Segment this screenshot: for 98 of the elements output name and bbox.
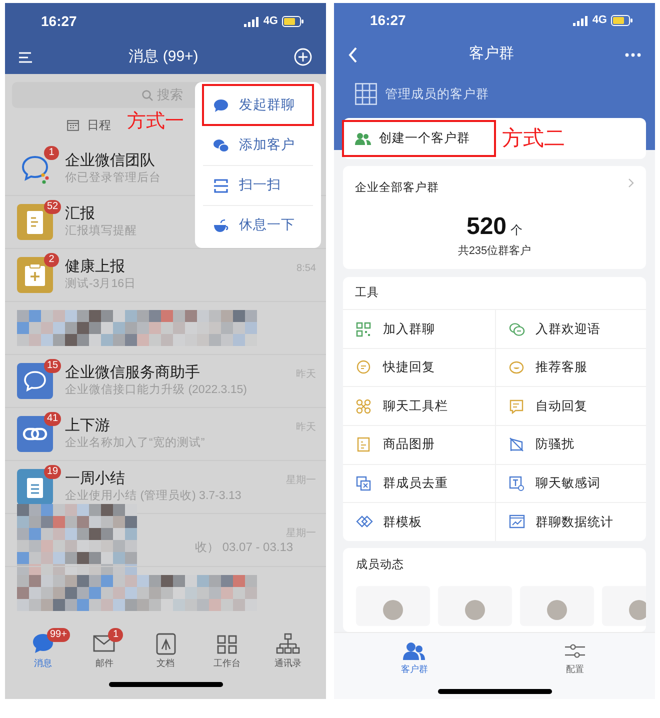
back-icon[interactable] xyxy=(348,46,358,63)
create-group-button[interactable]: 创建一个客户群 xyxy=(343,120,495,156)
status-time: 16:27 xyxy=(370,11,406,30)
chat-name: 汇报 xyxy=(65,205,96,223)
tool-item[interactable]: 商品图册 xyxy=(343,424,494,464)
network-label: 4G xyxy=(592,13,607,28)
chevron-right-icon xyxy=(628,178,634,188)
tab-bar-item[interactable]: 配置 xyxy=(546,641,603,677)
tool-item[interactable]: 群成员去重 xyxy=(343,464,494,502)
unread-badge: 1 xyxy=(44,146,59,160)
section-title: 成员动态 xyxy=(356,558,405,573)
speech-bubble-icon xyxy=(213,98,229,112)
message-preview: 收） 03.07 - 03.13 xyxy=(195,539,294,555)
battery-icon xyxy=(282,16,304,27)
unread-badge: 15 xyxy=(44,359,62,373)
section-title: 工具 xyxy=(354,286,380,302)
avatar-placeholder xyxy=(547,600,567,620)
clipboard-plus-icon xyxy=(17,257,53,293)
screen-title: 客户群 xyxy=(469,44,514,64)
diamond-icon xyxy=(356,514,373,530)
note-bubble-icon xyxy=(508,398,526,414)
tab-bar-item[interactable]: 客户群 xyxy=(386,641,442,677)
unread-badge: 19 xyxy=(44,465,62,479)
tab-bar-item[interactable]: 工作台 xyxy=(198,632,255,670)
member-tile[interactable] xyxy=(438,586,512,626)
header-link[interactable]: 管理成员的客户群 xyxy=(385,84,489,104)
smiley-bubble-icon xyxy=(508,360,526,376)
network-label: 4G xyxy=(263,14,278,30)
unread-badge: 52 xyxy=(44,200,62,214)
overlapping-squares-icon xyxy=(356,476,373,491)
speech-bubbles-icon xyxy=(213,138,229,153)
unread-badge: 99+ xyxy=(47,628,70,642)
knot-icon xyxy=(356,398,373,414)
signal-icon xyxy=(244,16,260,26)
tab-bar-item[interactable]: 通讯录 xyxy=(260,632,316,670)
people-icon xyxy=(355,132,371,145)
org-chart-icon xyxy=(276,632,300,655)
member-tile[interactable] xyxy=(356,586,430,626)
tool-item[interactable]: 防骚扰 xyxy=(494,424,646,464)
avatar-placeholder xyxy=(465,600,485,620)
cup-icon xyxy=(213,218,229,233)
tool-item[interactable]: 聊天敏感词 xyxy=(494,464,646,502)
add-icon[interactable] xyxy=(294,48,312,66)
message-preview: 企业微信接口能力升级 (2022.3.15) xyxy=(65,382,248,398)
slashed-flag-icon xyxy=(508,437,526,452)
chat-name: 上下游 xyxy=(65,417,111,435)
count-unit: 个 xyxy=(510,222,523,240)
menu-icon[interactable] xyxy=(19,52,33,62)
battery-icon xyxy=(611,15,633,26)
grid-icon xyxy=(355,82,377,105)
tool-item[interactable]: 入群欢迎语 xyxy=(494,309,646,348)
tool-item[interactable]: 快捷回复 xyxy=(343,348,494,386)
tool-item[interactable]: 群聊数据统计 xyxy=(494,502,646,541)
speech-bubbles-icon xyxy=(508,322,526,336)
chat-name: 企业微信服务商助手 xyxy=(65,364,201,382)
tool-item[interactable]: 群模板 xyxy=(343,502,494,541)
document-icon xyxy=(154,632,178,655)
qr-code-icon xyxy=(356,322,373,336)
menu-item[interactable]: 扫一扫 xyxy=(203,165,313,205)
member-tile[interactable] xyxy=(520,586,594,626)
tool-item[interactable]: 聊天工具栏 xyxy=(343,386,494,425)
avatar-placeholder xyxy=(629,600,646,620)
scan-icon xyxy=(213,178,229,193)
tool-item[interactable]: 推荐客服 xyxy=(494,348,646,386)
summary-card[interactable]: 企业全部客户群 520 个 共235位群客户 xyxy=(343,166,646,270)
card-title: 企业全部客户群 xyxy=(355,180,439,196)
menu-item[interactable]: 休息一下 xyxy=(203,205,313,245)
tool-item[interactable]: 自动回复 xyxy=(494,386,646,425)
message-preview: 企业名称加入了“宽的测试” xyxy=(65,435,205,451)
calendar-icon xyxy=(67,120,79,130)
unread-badge: 1 xyxy=(108,628,124,642)
chat-name: 一周小结 xyxy=(65,470,126,488)
avatar-placeholder xyxy=(383,600,403,620)
chat-name: 健康上报 xyxy=(65,258,126,276)
annotation-label: 方式一 xyxy=(127,109,184,134)
message-preview: 企业使用小结 (管理员收) 3.7-3.13 xyxy=(65,488,242,504)
people-icon xyxy=(403,641,426,662)
status-time: 16:27 xyxy=(41,12,77,31)
annotation-label: 方式二 xyxy=(502,124,565,152)
search-icon xyxy=(142,90,153,100)
customer-count: 共235位群客户 xyxy=(456,244,532,260)
text-box-icon xyxy=(508,476,526,491)
message-preview: 你已登录管理后台 xyxy=(65,170,161,186)
message-preview: 测试-3月16日 xyxy=(65,276,136,292)
message-preview: 汇报填写提醒 xyxy=(65,224,137,239)
chat-name: 企业微信团队 xyxy=(65,152,156,170)
signal-icon xyxy=(573,16,588,26)
chart-icon xyxy=(508,514,526,530)
group-count: 520 xyxy=(466,215,507,240)
unread-badge: 2 xyxy=(44,253,59,267)
speech-bubble-icon xyxy=(356,360,373,376)
unread-badge: 41 xyxy=(44,412,62,426)
screen-title: 消息 (99+) xyxy=(128,46,198,67)
schedule-tab[interactable]: 日程 xyxy=(67,116,111,134)
tool-item[interactable]: 加入群聊 xyxy=(343,309,494,348)
more-icon[interactable] xyxy=(625,52,641,57)
tab-bar-item[interactable]: 文档 xyxy=(138,632,194,670)
menu-item[interactable]: 添加客户 xyxy=(203,125,313,165)
